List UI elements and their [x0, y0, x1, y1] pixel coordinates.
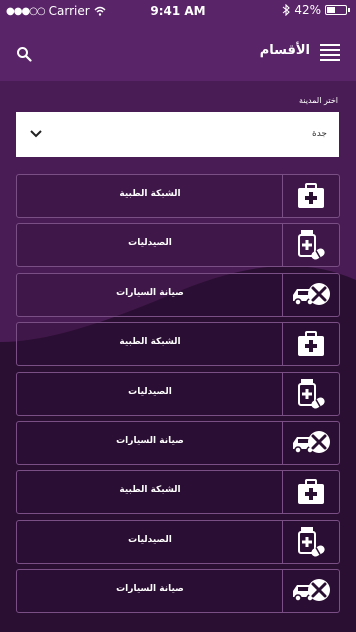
category-label: الشبكة الطبية — [119, 189, 181, 199]
bluetooth-icon — [282, 4, 291, 16]
category-list: الشبكة الطبية الصيدليات صيانة السيارات ا… — [16, 174, 340, 619]
category-label: الشبكة الطبية — [119, 485, 181, 496]
menu-icon — [320, 44, 340, 61]
city-select-value: جدة — [311, 129, 327, 139]
pharmacy-icon — [282, 520, 339, 563]
category-item[interactable]: الصيدليات — [16, 371, 340, 416]
menu-button[interactable] — [320, 44, 340, 61]
category-item[interactable]: صيانة السيارات — [16, 569, 340, 614]
battery-icon — [325, 5, 347, 15]
category-label: صيانة السيارات — [116, 287, 184, 298]
medical-kit-icon — [282, 471, 339, 514]
category-item[interactable]: صيانة السيارات — [16, 272, 340, 317]
chevron-down-icon — [30, 130, 42, 138]
category-item[interactable]: الصيدليات — [16, 223, 340, 268]
search-icon — [17, 47, 32, 62]
car-repair-icon — [282, 570, 339, 613]
car-repair-icon — [282, 421, 339, 464]
pharmacy-icon — [282, 224, 339, 267]
battery-level — [327, 7, 335, 13]
page-title: الأقسام — [259, 43, 310, 58]
category-label: صيانة السيارات — [116, 435, 184, 446]
category-item[interactable]: الصيدليات — [16, 519, 340, 564]
category-label: الصيدليات — [128, 238, 172, 249]
category-item[interactable]: الشبكة الطبية — [16, 174, 340, 218]
status-bar: ●●●○○ Carrier 9:41 AM 42% — [0, 0, 356, 22]
car-repair-icon — [282, 273, 339, 316]
category-item[interactable]: الشبكة الطبية — [16, 322, 340, 367]
battery-tip — [348, 8, 350, 12]
app-header: الأقسام — [0, 22, 356, 81]
category-item[interactable]: الشبكة الطبية — [16, 470, 340, 515]
category-label: الشبكة الطبية — [119, 337, 181, 348]
category-item[interactable]: صيانة السيارات — [16, 420, 340, 465]
status-right: 42% — [282, 3, 350, 17]
category-label: الصيدليات — [128, 386, 172, 397]
search-button[interactable] — [16, 46, 32, 62]
category-label: صيانة السيارات — [116, 584, 184, 595]
pharmacy-icon — [282, 372, 339, 415]
category-label: الصيدليات — [128, 534, 172, 545]
city-select[interactable]: جدة — [16, 112, 339, 157]
medical-kit-icon — [282, 323, 339, 366]
city-picker-label: اختر المدينة — [299, 96, 338, 105]
medical-kit-icon — [282, 175, 339, 217]
battery-percent: 42% — [294, 3, 321, 17]
